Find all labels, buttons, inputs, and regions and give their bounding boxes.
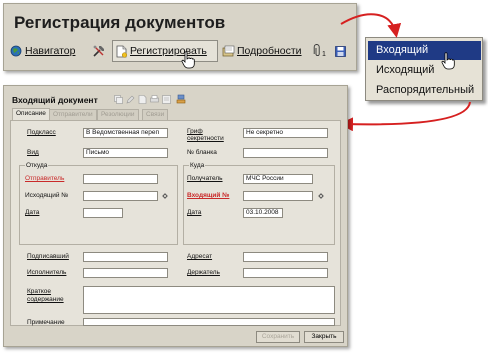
to-date-label: Дата (187, 209, 202, 216)
recipient-field[interactable]: МЧС России (243, 174, 313, 184)
summary-label-line1: Краткое (27, 288, 51, 295)
save-button[interactable]: Сохранить (256, 331, 300, 343)
form-number-label: № бланка (187, 149, 217, 156)
arrow-to-form (339, 101, 471, 132)
document-icon[interactable] (138, 95, 147, 104)
executor-field[interactable] (83, 268, 168, 278)
recipient-label: Получатель (187, 175, 223, 182)
form-title: Входящий документ (12, 95, 98, 105)
subclass-label: Подкласс (27, 129, 56, 136)
to-group-title: Куда (189, 162, 206, 169)
secrecy-label-line2: секретности (187, 135, 224, 142)
incoming-number-label: Входящий № (187, 192, 230, 199)
addressee-label: Адресат (187, 253, 213, 260)
outgoing-number-label: Исходящий № (25, 192, 69, 199)
holder-label: Держатель (187, 269, 220, 276)
type-field[interactable]: Письмо (83, 148, 168, 158)
tab-senders[interactable]: Отправители (49, 109, 97, 120)
tab-description[interactable]: Описание (12, 108, 50, 120)
copy-icon[interactable] (114, 95, 123, 104)
description-panel: Подкласс В Ведомственная переп Гриф секр… (10, 120, 341, 326)
to-date-field[interactable]: 03.10.2008 (243, 208, 283, 218)
outgoing-number-field[interactable] (83, 191, 158, 201)
executor-label: Исполнитель (27, 269, 67, 276)
print-icon[interactable] (150, 95, 159, 104)
addressee-field[interactable] (243, 252, 328, 262)
signed-label: Подписавший (27, 253, 69, 260)
sender-field[interactable] (83, 174, 158, 184)
note-field[interactable] (83, 318, 335, 326)
note-label: Примечание (27, 319, 65, 326)
from-date-label: Дата (25, 209, 40, 216)
subclass-field[interactable]: В Ведомственная переп (83, 128, 168, 138)
tab-resolutions[interactable]: Резолюции (97, 109, 139, 120)
holder-field[interactable] (243, 268, 328, 278)
arrow-to-menu (340, 13, 402, 38)
summary-label-line2: содержание (27, 296, 64, 303)
secrecy-field[interactable]: Не секретно (243, 128, 328, 138)
close-button[interactable]: Закрыть (304, 331, 344, 343)
from-group-title: Откуда (25, 162, 49, 169)
list-icon[interactable] (162, 95, 171, 104)
tab-links[interactable]: Связи (142, 109, 169, 120)
summary-textarea[interactable] (83, 286, 335, 314)
edit-icon[interactable] (126, 95, 135, 104)
from-date-field[interactable] (83, 208, 123, 218)
form-number-field[interactable] (243, 148, 328, 158)
signed-field[interactable] (83, 252, 168, 262)
stamp-icon[interactable] (176, 94, 186, 104)
type-label: Вид (27, 149, 39, 156)
incoming-document-window: Входящий документ Описание Отправители Р… (3, 85, 348, 347)
sender-label: Отправитель (25, 175, 65, 182)
incoming-number-field[interactable] (243, 191, 313, 201)
